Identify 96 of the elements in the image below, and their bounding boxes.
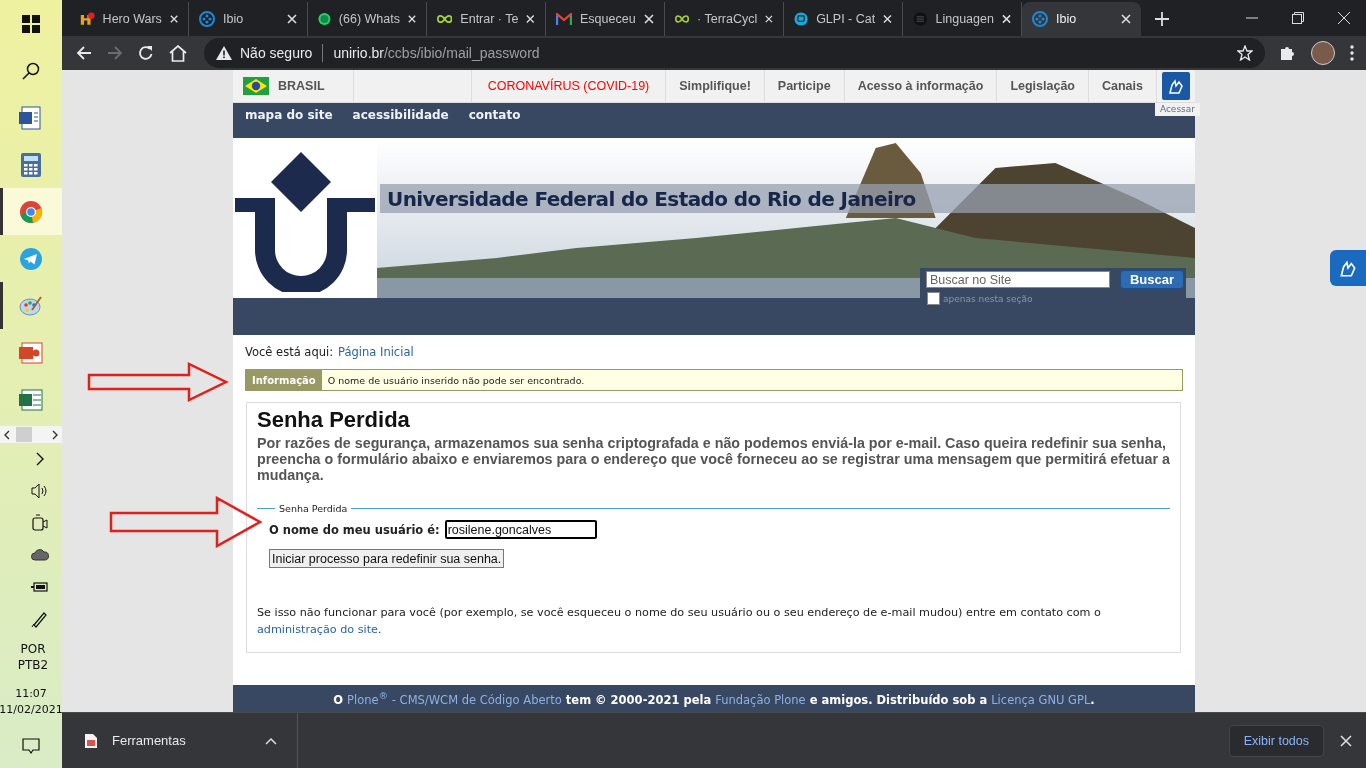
bookmark-star-icon[interactable] <box>1237 45 1253 61</box>
envelope-m-icon <box>556 13 572 25</box>
url-text: unirio.br/ccbs/ibio/mail_password <box>333 45 540 61</box>
gov-link[interactable]: Legislação <box>996 70 1088 102</box>
username-label: O nome do meu usuário é: <box>269 522 440 537</box>
restore-icon[interactable] <box>1292 12 1304 24</box>
warning-icon <box>216 46 232 60</box>
puzzle-piece-icon[interactable] <box>1280 45 1296 61</box>
page-title: Senha Perdida <box>257 407 411 433</box>
paper-plane-icon <box>19 246 43 271</box>
chrome-icon <box>19 199 43 224</box>
circle-dots-icon <box>1032 11 1048 27</box>
message-text: O nome de usuário inserido não pode ser encontrado. <box>326 373 585 388</box>
caret-up-icon[interactable] <box>265 736 277 745</box>
show-all-button[interactable]: Exibir todos <box>1228 724 1324 757</box>
helmet-h-icon <box>80 11 95 27</box>
clock-time[interactable]: 11:07 <box>15 686 47 702</box>
submit-button[interactable]: Iniciar processo para redefinir sua senha. <box>269 549 505 568</box>
close-icon[interactable] <box>287 14 297 24</box>
profile-avatar[interactable] <box>1311 41 1335 65</box>
fieldset-legend: Senha Perdida <box>275 503 352 514</box>
site-title: Universidade Federal do Estado do Rio de Janeiro <box>387 186 916 211</box>
sign-language-button[interactable] <box>1162 72 1190 100</box>
help-link[interactable]: administração do site <box>257 623 378 636</box>
gov-link[interactable]: CORONAVÍRUS (COVID-19) <box>470 70 666 102</box>
close-icon[interactable] <box>526 14 535 24</box>
file-icon <box>84 732 98 749</box>
form-description: Por razões de segurança, armazenamos sua senha criptografada e não podemos enviá-la por e-mail. Caso queira redefinir sua senha, preencha o formulário abaixo e enviaremos para o endereço que você forneceu ao se registrar uma mensagem que permitirá efetuar a mudança. <box>257 435 1170 483</box>
word-icon <box>19 105 43 130</box>
notification-icon[interactable] <box>22 738 40 755</box>
back-icon[interactable] <box>76 45 92 61</box>
help-text: Se isso não funcionar para você (por exemplo, se você esqueceu o nome do seu usuário ou o seu endereço de e-mail mudou) entre em contato com o administração do site. <box>257 605 1102 638</box>
search-icon <box>22 61 40 80</box>
gov-link[interactable]: Simplifique! <box>665 70 764 102</box>
clock-date[interactable]: 11/02/2021 <box>0 702 63 718</box>
footer-text: O Plone$^{®}$ - CMS/WCM de Código Aberto tem © 2000-2021 pela Fundação Plone e amigos. Distribuído sob a Licença GNU GPL. <box>333 690 1095 707</box>
gov-link[interactable]: Canais <box>1088 70 1156 102</box>
infinity-icon <box>675 13 689 25</box>
presentation-icon <box>19 340 43 365</box>
scroll-right-icon[interactable] <box>51 429 59 440</box>
scrollbar-thumb[interactable] <box>16 427 32 442</box>
close-icon[interactable] <box>408 14 416 24</box>
download-item[interactable]: Ferramentas <box>84 712 298 768</box>
battery-icon[interactable] <box>31 581 49 593</box>
footer-link[interactable]: Plone$^{®}$ - CMS/WCM de Código Aberto <box>347 692 562 707</box>
address-bar[interactable]: Não seguro unirio.br/ccbs/ibio/mail_password <box>204 38 1265 68</box>
footer-link[interactable]: Licença GNU GPL <box>991 692 1091 707</box>
breadcrumb-label: Você está aqui: <box>245 345 334 359</box>
menu-icon[interactable] <box>1350 45 1354 61</box>
close-icon[interactable] <box>883 14 892 24</box>
close-icon[interactable] <box>765 14 773 24</box>
portal-nav-link[interactable]: acessibilidade <box>352 108 449 122</box>
access-label[interactable]: Acessar <box>1154 103 1200 116</box>
message-type-label: Informação <box>246 370 322 390</box>
portal-nav-link[interactable]: mapa do site <box>245 108 333 122</box>
sign-language-button[interactable] <box>1330 250 1366 286</box>
scroll-left-icon[interactable] <box>3 429 11 440</box>
country-label[interactable]: BRASIL <box>278 79 325 93</box>
portal-nav-link[interactable]: contato <box>468 108 521 122</box>
gov-link[interactable]: Participe <box>763 70 844 102</box>
username-field[interactable]: rosilene.goncalves <box>444 520 597 539</box>
windows-icon <box>22 14 40 33</box>
gov-link[interactable]: Acesso à informação <box>843 70 997 102</box>
search-field[interactable]: Buscar no Site <box>925 271 1110 288</box>
chat-circle-icon <box>794 11 809 27</box>
input-language[interactable]: POR <box>20 641 46 657</box>
browser-tab[interactable]: Ibio <box>1022 2 1141 36</box>
circle-dots-icon <box>199 11 215 27</box>
cloud-icon[interactable] <box>31 549 49 561</box>
security-status[interactable]: Não seguro <box>240 45 313 61</box>
home-icon[interactable] <box>169 44 187 62</box>
close-window-icon[interactable] <box>1338 12 1350 24</box>
chat-bubble-icon <box>318 11 331 27</box>
footer-link[interactable]: Fundação Plone <box>715 692 806 707</box>
close-icon[interactable] <box>1001 14 1011 24</box>
close-icon[interactable] <box>644 14 654 24</box>
taskbar-app[interactable] <box>0 188 62 235</box>
search-button[interactable]: Buscar <box>1119 270 1184 289</box>
infinity-icon <box>437 13 453 25</box>
close-icon[interactable] <box>1340 734 1352 747</box>
section-checkbox[interactable] <box>926 292 940 305</box>
chevron-icon[interactable] <box>35 452 45 466</box>
volume-icon[interactable] <box>31 483 49 499</box>
close-icon[interactable] <box>1121 14 1131 24</box>
close-icon[interactable] <box>169 14 178 24</box>
calculator-icon <box>21 152 41 177</box>
breadcrumb-link[interactable]: Página Inicial <box>338 345 414 359</box>
new-tab-icon[interactable] <box>1155 12 1169 26</box>
flag-icon <box>243 77 269 95</box>
reload-icon[interactable] <box>138 45 154 61</box>
checkbox-label: apenas nesta seção <box>942 293 1033 304</box>
keyboard-layout[interactable]: PTB2 <box>17 657 49 673</box>
camera-icon[interactable] <box>32 514 48 532</box>
pen-icon[interactable] <box>31 610 49 628</box>
list-circle-icon <box>913 11 928 27</box>
spreadsheet-icon <box>19 387 43 412</box>
